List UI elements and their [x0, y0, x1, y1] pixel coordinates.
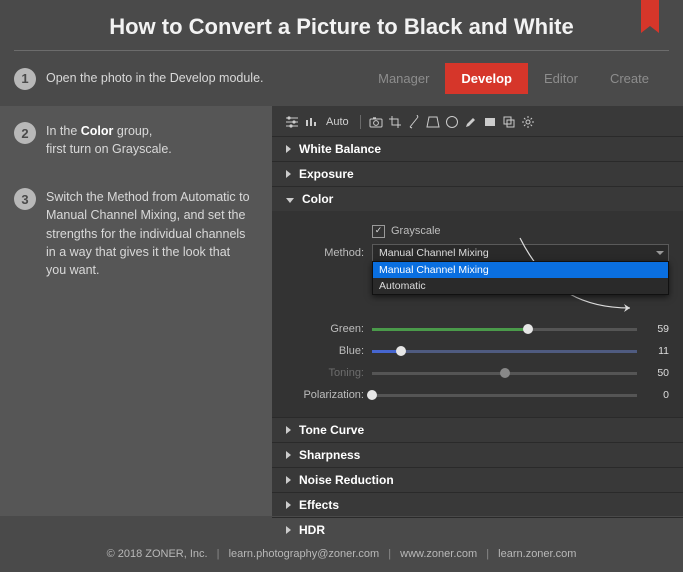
step-3-badge: 3	[14, 188, 36, 210]
section-noise-reduction[interactable]: Noise Reduction	[272, 467, 683, 492]
auto-button[interactable]: Auto	[326, 116, 349, 128]
gear-icon[interactable]	[520, 114, 536, 130]
footer-copyright: © 2018 ZONER, Inc.	[107, 548, 208, 560]
polarization-slider[interactable]	[372, 394, 637, 397]
bookmark-ribbon	[641, 0, 659, 26]
tab-create[interactable]: Create	[594, 63, 665, 94]
grayscale-label: Grayscale	[391, 225, 441, 237]
section-effects[interactable]: Effects	[272, 492, 683, 517]
brush-icon[interactable]	[463, 114, 479, 130]
toolbar: Auto	[272, 106, 683, 136]
step-1-text: Open the photo in the Develop module.	[46, 69, 264, 87]
section-color[interactable]: Color	[272, 186, 683, 211]
page-title: How to Convert a Picture to Black and Wh…	[0, 0, 683, 50]
green-value: 59	[645, 323, 669, 335]
toning-slider[interactable]	[372, 372, 637, 375]
polarization-label: Polarization:	[286, 389, 372, 401]
method-label: Method:	[286, 247, 372, 259]
blue-label: Blue:	[286, 345, 372, 357]
crop-icon[interactable]	[387, 114, 403, 130]
method-option-automatic[interactable]: Automatic	[373, 278, 668, 294]
method-option-manual[interactable]: Manual Channel Mixing	[373, 262, 668, 278]
step-1-badge: 1	[14, 68, 36, 90]
green-slider[interactable]	[372, 328, 637, 331]
chevron-down-icon	[656, 251, 664, 255]
step-3-text: Switch the Method from Automatic to Manu…	[46, 188, 252, 279]
clone-icon[interactable]	[501, 114, 517, 130]
section-tone-curve[interactable]: Tone Curve	[272, 417, 683, 442]
footer-site1[interactable]: www.zoner.com	[400, 548, 477, 560]
blue-value: 11	[645, 345, 669, 357]
toning-label: Toning:	[286, 367, 372, 379]
green-label: Green:	[286, 323, 372, 335]
method-dropdown: Manual Channel Mixing Automatic	[372, 261, 669, 295]
straighten-icon[interactable]	[406, 114, 422, 130]
tab-manager[interactable]: Manager	[362, 63, 445, 94]
levels-icon[interactable]	[303, 114, 319, 130]
tab-editor[interactable]: Editor	[528, 63, 594, 94]
camera-icon[interactable]	[368, 114, 384, 130]
step-2-text: In the Color group, first turn on Graysc…	[46, 122, 172, 158]
footer-site2[interactable]: learn.zoner.com	[498, 548, 576, 560]
step-2-badge: 2	[14, 122, 36, 144]
polarization-value: 0	[645, 389, 669, 401]
toning-value: 50	[645, 367, 669, 379]
perspective-icon[interactable]	[425, 114, 441, 130]
grayscale-checkbox[interactable]	[372, 225, 385, 238]
section-exposure[interactable]: Exposure	[272, 161, 683, 186]
footer: © 2018 ZONER, Inc. | learn.photography@z…	[0, 538, 683, 572]
tab-develop[interactable]: Develop	[445, 63, 528, 94]
section-sharpness[interactable]: Sharpness	[272, 442, 683, 467]
sliders-icon[interactable]	[284, 114, 300, 130]
vignette-icon[interactable]	[444, 114, 460, 130]
blue-slider[interactable]	[372, 350, 637, 353]
section-white-balance[interactable]: White Balance	[272, 136, 683, 161]
gradient-icon[interactable]	[482, 114, 498, 130]
color-section-body: Grayscale Method: Manual Channel Mixing …	[272, 211, 683, 417]
footer-email[interactable]: learn.photography@zoner.com	[229, 548, 380, 560]
develop-panel: Auto White Balance Exposure Color Graysc…	[272, 106, 683, 516]
method-select[interactable]: Manual Channel Mixing	[372, 244, 669, 263]
